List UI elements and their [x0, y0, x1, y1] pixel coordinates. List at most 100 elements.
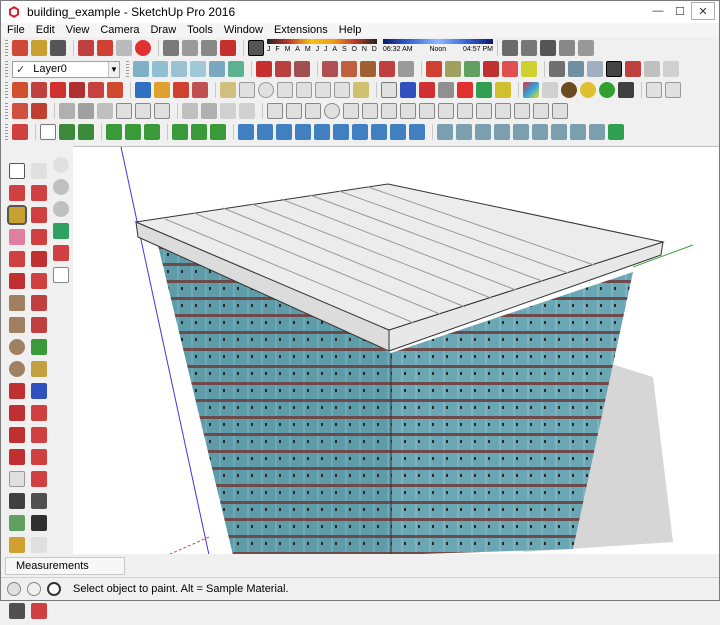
grid-c-icon[interactable] — [276, 124, 292, 140]
solid-union-icon[interactable] — [464, 61, 480, 77]
arc-icon[interactable] — [277, 82, 293, 98]
section-plane-icon[interactable] — [502, 40, 518, 56]
extrude-icon[interactable] — [552, 103, 568, 119]
previous-view-icon[interactable] — [31, 103, 47, 119]
face-style-d-icon[interactable] — [494, 124, 510, 140]
follow-me-tool-icon[interactable] — [31, 273, 47, 289]
render-icon[interactable] — [561, 82, 577, 98]
model-info-icon[interactable] — [220, 40, 236, 56]
walk-tool-icon[interactable] — [53, 157, 69, 173]
sandbox-from-scratch-icon[interactable] — [275, 61, 291, 77]
user-account-icon[interactable] — [47, 582, 61, 596]
person-icon[interactable] — [9, 603, 25, 619]
add-point-icon[interactable] — [191, 124, 207, 140]
move-green-icon[interactable] — [172, 124, 188, 140]
circle-icon[interactable] — [258, 82, 274, 98]
top-view-icon[interactable] — [152, 61, 168, 77]
share-model-icon[interactable] — [78, 103, 94, 119]
copy-icon[interactable] — [97, 40, 113, 56]
grid-g-icon[interactable] — [352, 124, 368, 140]
subtract-point-icon[interactable] — [210, 124, 226, 140]
render-settings-icon[interactable] — [618, 82, 634, 98]
face-style-i-icon[interactable] — [589, 124, 605, 140]
back-view-icon[interactable] — [209, 61, 225, 77]
tube-icon[interactable] — [343, 103, 359, 119]
component-browser-icon[interactable] — [59, 124, 75, 140]
intersect-faces-icon[interactable] — [426, 61, 442, 77]
3d-text-tool-icon[interactable] — [31, 603, 47, 619]
toolbar-grip[interactable] — [5, 61, 8, 77]
push-pull-icon[interactable] — [31, 251, 47, 267]
text-icon[interactable] — [457, 82, 473, 98]
solid-subtract-icon[interactable] — [483, 61, 499, 77]
eraser-icon[interactable] — [9, 229, 25, 245]
undo-icon[interactable] — [163, 40, 179, 56]
align-left-icon[interactable] — [106, 124, 122, 140]
new-file-icon[interactable] — [12, 40, 28, 56]
face-style-h-icon[interactable] — [570, 124, 586, 140]
grid-b-icon[interactable] — [257, 124, 273, 140]
toolbar-grip[interactable] — [5, 124, 8, 140]
menu-extensions[interactable]: Extensions — [268, 23, 333, 37]
orbit-tool-icon[interactable] — [53, 201, 69, 217]
add-location-icon[interactable] — [220, 103, 236, 119]
loft-icon[interactable] — [533, 103, 549, 119]
protractor-icon[interactable] — [419, 82, 435, 98]
xray-icon[interactable] — [549, 61, 565, 77]
zoom-window-icon[interactable] — [31, 405, 47, 421]
polygon-tool-icon[interactable] — [9, 361, 25, 377]
close-button[interactable]: ✕ — [691, 2, 715, 20]
torus-icon[interactable] — [419, 103, 435, 119]
model-canvas[interactable] — [73, 147, 719, 554]
toolbar-grip[interactable] — [126, 61, 129, 77]
scenes-icon[interactable] — [665, 82, 681, 98]
solid-split-icon[interactable] — [521, 61, 537, 77]
section-plane-tool-icon[interactable] — [31, 537, 47, 553]
align-right-icon[interactable] — [144, 124, 160, 140]
arc-tool-icon[interactable] — [9, 383, 25, 399]
redo-icon[interactable] — [182, 40, 198, 56]
line-tool-icon[interactable] — [9, 251, 25, 267]
make-component-tool-icon[interactable] — [9, 185, 25, 201]
face-style-b-icon[interactable] — [456, 124, 472, 140]
cylinder-icon[interactable] — [286, 103, 302, 119]
rotated-rectangle-icon[interactable] — [334, 82, 350, 98]
shell-icon[interactable] — [476, 103, 492, 119]
grid-d-icon[interactable] — [295, 124, 311, 140]
smoove-tool-icon[interactable] — [53, 223, 69, 239]
move-tool-icon[interactable] — [31, 185, 47, 201]
share-component-icon[interactable] — [97, 103, 113, 119]
spline-icon[interactable] — [514, 103, 530, 119]
stamp-icon[interactable] — [322, 61, 338, 77]
open-file-icon[interactable] — [31, 40, 47, 56]
warehouse-search-icon[interactable] — [59, 103, 75, 119]
orbit-icon[interactable] — [31, 449, 47, 465]
menu-file[interactable]: File — [1, 23, 30, 37]
face-style-g-icon[interactable] — [551, 124, 567, 140]
sandbox-grid-icon[interactable] — [182, 103, 198, 119]
three-point-arc-icon[interactable] — [315, 82, 331, 98]
select-tool-icon[interactable] — [9, 163, 25, 179]
outer-shell-icon[interactable] — [445, 61, 461, 77]
shaded-icon[interactable] — [625, 61, 641, 77]
rectangle-tool-icon[interactable] — [9, 295, 25, 311]
zoom-extents-icon[interactable] — [12, 103, 28, 119]
grid-a-icon[interactable] — [238, 124, 254, 140]
paint-bucket-icon[interactable] — [7, 205, 27, 225]
tape-icon[interactable] — [400, 82, 416, 98]
zoom-icon[interactable] — [31, 383, 47, 399]
print-icon[interactable] — [201, 40, 217, 56]
pie-icon[interactable] — [154, 82, 170, 98]
credits-icon[interactable] — [27, 582, 41, 596]
face-style-e-icon[interactable] — [513, 124, 529, 140]
cut-icon[interactable] — [78, 40, 94, 56]
stamp-tool-icon[interactable] — [53, 245, 69, 261]
walk-icon[interactable] — [9, 493, 25, 509]
polygon-icon[interactable] — [173, 82, 189, 98]
axes-tool-2-icon[interactable] — [31, 339, 47, 355]
toolbar-grip[interactable] — [5, 40, 8, 56]
rectangle-icon[interactable] — [239, 82, 255, 98]
grid-h-icon[interactable] — [371, 124, 387, 140]
color-swatch-icon[interactable] — [608, 124, 624, 140]
minimize-button[interactable]: — — [647, 2, 669, 20]
